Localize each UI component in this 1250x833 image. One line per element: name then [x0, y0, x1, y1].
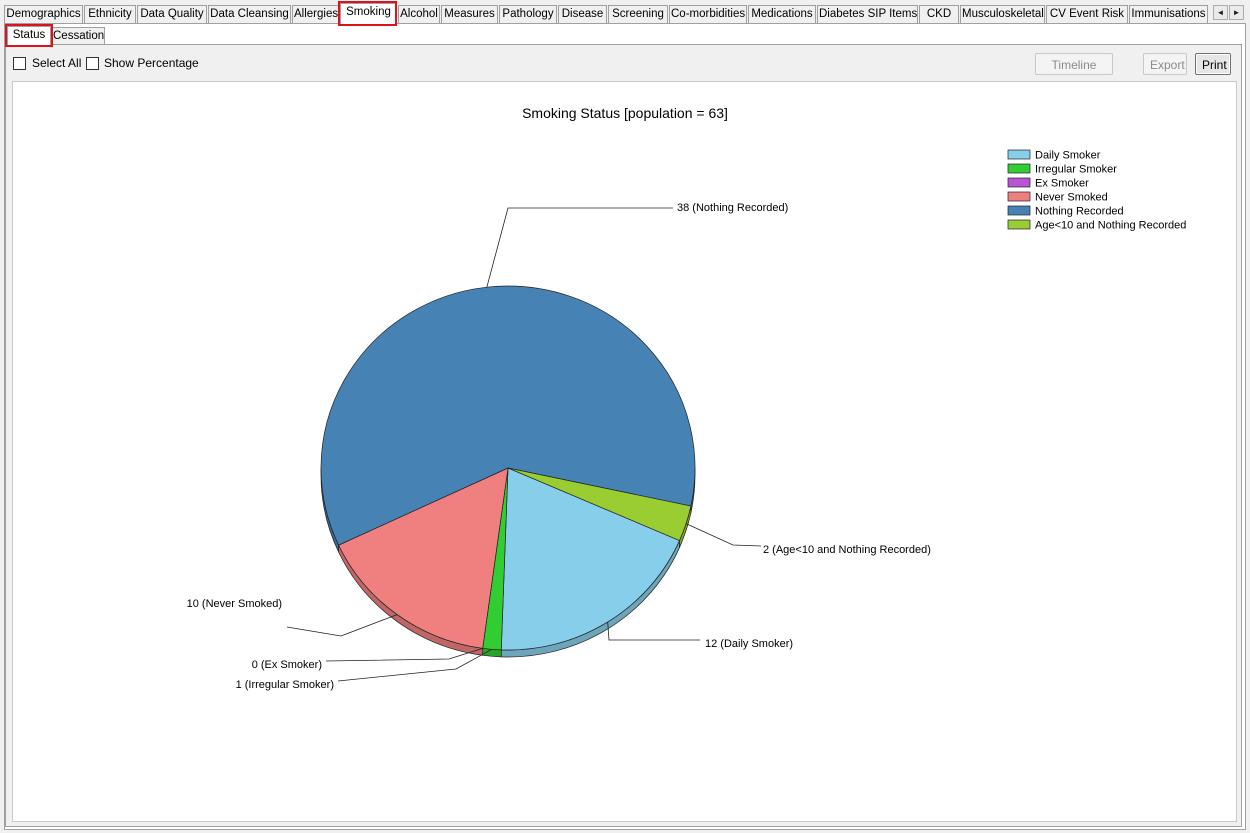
tab-pathology[interactable]: Pathology: [499, 5, 557, 23]
tab-alcohol[interactable]: Alcohol: [398, 5, 440, 23]
tab-musculoskeletal[interactable]: Musculoskeletal: [960, 5, 1045, 23]
legend-swatch: [1007, 149, 1031, 160]
subtab-status[interactable]: Status: [7, 26, 51, 46]
pie-chart: Smoking Status [population = 63] 12 (Dai…: [187, 105, 1187, 691]
legend-label: Daily Smoker: [1035, 150, 1101, 162]
timeline-button[interactable]: Timeline: [1035, 53, 1113, 75]
legend-label: Nothing Recorded: [1035, 206, 1124, 218]
tab-data-cleansing[interactable]: Data Cleansing: [208, 5, 291, 23]
legend-swatch: [1007, 219, 1031, 230]
tab-scroll-left-icon[interactable]: ◄: [1213, 5, 1228, 20]
select-all-checkbox[interactable]: [13, 57, 26, 70]
data-label: 38 (Nothing Recorded): [677, 202, 788, 214]
tab-disease[interactable]: Disease: [558, 5, 607, 23]
leader-line: [486, 207, 673, 288]
data-label: 1 (Irregular Smoker): [236, 679, 334, 691]
tab-measures[interactable]: Measures: [441, 5, 498, 23]
tab-immunisations[interactable]: Immunisations: [1129, 5, 1208, 23]
tab-co-morbidities[interactable]: Co-morbidities: [669, 5, 747, 23]
data-label: 0 (Ex Smoker): [252, 659, 322, 671]
tab-screening[interactable]: Screening: [608, 5, 668, 23]
leader-line: [286, 614, 398, 637]
chart-title: Smoking Status [population = 63]: [522, 105, 728, 121]
tab-smoking[interactable]: Smoking: [340, 3, 397, 25]
main-tab-strip: Demographics Ethnicity Data Quality Data…: [4, 3, 1210, 25]
print-button[interactable]: Print: [1195, 53, 1231, 75]
status-panel: Select All Show Percentage Timeline Expo…: [5, 44, 1242, 827]
subtab-cessation[interactable]: Cessation: [52, 27, 105, 45]
legend-label: Ex Smoker: [1035, 178, 1089, 190]
leader-line: [607, 621, 700, 641]
legend-label: Irregular Smoker: [1035, 164, 1117, 176]
show-percentage-label: Show Percentage: [104, 56, 199, 70]
leader-line: [337, 648, 493, 682]
legend-swatch: [1007, 205, 1031, 216]
export-button[interactable]: Export: [1143, 53, 1187, 75]
legend-label: Age<10 and Nothing Recorded: [1035, 220, 1186, 232]
tab-ckd[interactable]: CKD: [919, 5, 959, 23]
data-label: 2 (Age<10 and Nothing Recorded): [763, 544, 931, 556]
legend-label: Never Smoked: [1035, 192, 1108, 204]
data-label: 10 (Never Smoked): [187, 598, 282, 610]
tab-ethnicity[interactable]: Ethnicity: [84, 5, 136, 23]
legend-swatch: [1007, 191, 1031, 202]
tab-data-quality[interactable]: Data Quality: [137, 5, 207, 23]
tab-medications[interactable]: Medications: [748, 5, 816, 23]
legend-swatch: [1007, 163, 1031, 174]
select-all-label: Select All: [32, 56, 82, 70]
chart-area: Smoking Status [population = 63] 12 (Dai…: [12, 81, 1237, 822]
tab-allergies[interactable]: Allergies: [292, 5, 339, 23]
tab-demographics[interactable]: Demographics: [4, 5, 83, 23]
show-percentage-checkbox[interactable]: [86, 57, 99, 70]
tab-cv-event-risk[interactable]: CV Event Risk: [1046, 5, 1128, 23]
chart-toolbar: Select All Show Percentage Timeline Expo…: [6, 45, 1241, 81]
tab-diabetes-sip-items[interactable]: Diabetes SIP Items: [817, 5, 918, 23]
legend-swatch: [1007, 177, 1031, 188]
tab-scroll-right-icon[interactable]: ►: [1229, 5, 1244, 20]
data-label: 12 (Daily Smoker): [705, 638, 793, 650]
leader-line: [685, 523, 762, 547]
